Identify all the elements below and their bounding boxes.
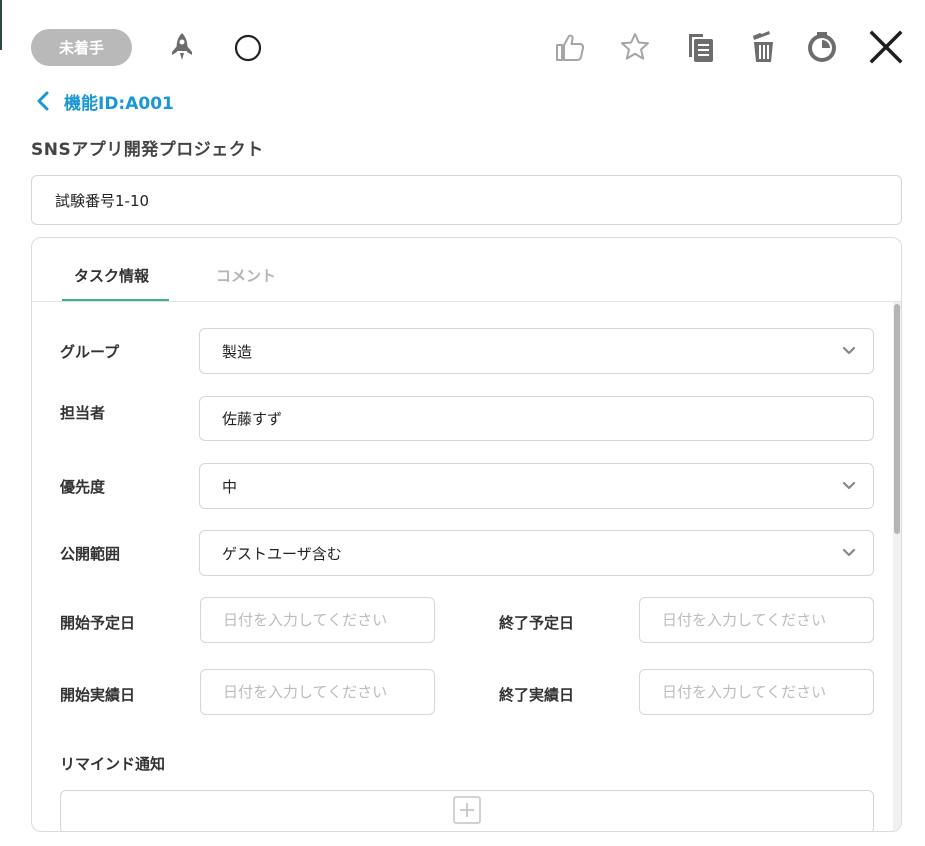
plus-icon	[453, 796, 481, 828]
circle-icon[interactable]	[233, 33, 263, 63]
scrollbar-thumb[interactable]	[894, 304, 900, 534]
planned-end-input[interactable]	[639, 597, 874, 643]
window-edge	[0, 0, 2, 50]
actual-end-label: 終了実績日	[499, 686, 575, 704]
chevron-down-icon	[841, 545, 857, 561]
reminder-label: リマインド通知	[60, 755, 166, 773]
add-reminder-button[interactable]	[60, 790, 874, 831]
assignee-field[interactable]: 佐藤すず	[199, 396, 874, 441]
group-select[interactable]: 製造	[199, 328, 874, 374]
assignee-label: 担当者	[60, 404, 106, 422]
assignee-value: 佐藤すず	[222, 410, 283, 428]
actual-end-input[interactable]	[639, 669, 874, 715]
close-icon[interactable]	[868, 29, 904, 65]
group-label: グループ	[60, 343, 120, 361]
task-title-field[interactable]: 試験番号1-10	[31, 175, 902, 225]
tab-bar: タスク情報 コメント	[32, 238, 901, 302]
chevron-down-icon	[841, 343, 857, 359]
group-value: 製造	[222, 342, 253, 361]
function-id-label: 機能ID:A001	[64, 93, 174, 114]
planned-end-label: 終了予定日	[499, 614, 575, 632]
priority-select[interactable]: 中	[199, 463, 874, 509]
planned-start-input[interactable]	[200, 597, 435, 643]
timer-icon[interactable]	[804, 29, 840, 65]
task-detail-card: タスク情報 コメント グループ 製造 担当者 佐藤すず 優先度 中 公開範囲 ゲ…	[31, 237, 902, 832]
priority-label: 優先度	[60, 478, 106, 496]
active-tab-indicator	[62, 299, 169, 301]
actual-start-label: 開始実績日	[60, 686, 136, 704]
chevron-left-icon	[30, 88, 56, 114]
rocket-icon[interactable]	[166, 31, 198, 63]
thumbs-up-icon[interactable]	[553, 30, 587, 64]
priority-value: 中	[222, 477, 238, 496]
visibility-select[interactable]: ゲストユーザ含む	[199, 530, 874, 576]
actual-start-input[interactable]	[200, 669, 435, 715]
star-icon[interactable]	[618, 30, 652, 64]
visibility-value: ゲストユーザ含む	[222, 544, 342, 563]
tab-task-info[interactable]: タスク情報	[74, 265, 149, 286]
chevron-down-icon	[841, 478, 857, 494]
copy-icon[interactable]	[683, 30, 717, 64]
back-link[interactable]: 機能ID:A001	[30, 88, 174, 114]
status-badge[interactable]: 未着手	[31, 29, 132, 66]
project-name: SNSアプリ開発プロジェクト	[31, 140, 264, 160]
trash-icon[interactable]	[746, 29, 780, 65]
tab-comments[interactable]: コメント	[216, 265, 276, 286]
visibility-label: 公開範囲	[60, 545, 121, 563]
planned-start-label: 開始予定日	[60, 614, 136, 632]
